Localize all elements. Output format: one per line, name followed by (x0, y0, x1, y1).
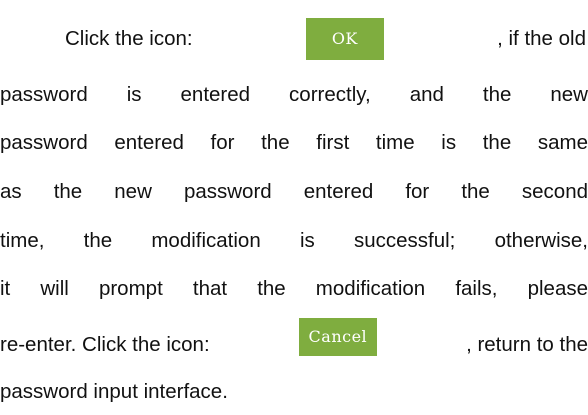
paragraph-line-6: it will prompt that the modification fai… (0, 274, 588, 304)
line-6-text: it will prompt that the modification fai… (0, 277, 588, 300)
paragraph-line-4: as the new password entered for the seco… (0, 177, 588, 207)
line-2-text: password is entered correctly, and the n… (0, 83, 588, 106)
paragraph-line-1: Click the icon: OK , if the old (65, 18, 586, 60)
paragraph-line-2: password is entered correctly, and the n… (0, 80, 588, 110)
cancel-button[interactable]: Cancel (298, 318, 377, 356)
paragraph-line-3: password entered for the first time is t… (0, 128, 588, 158)
instruction-paragraph: Click the icon: OK , if the old password… (0, 0, 588, 415)
line-8-text: password input interface. (0, 380, 228, 403)
line-3-text: password entered for the first time is t… (0, 131, 588, 154)
line-4-text: as the new password entered for the seco… (0, 180, 588, 203)
line-7-text-after: , return to the (466, 333, 588, 356)
line-1-text-after: , if the old (497, 27, 586, 50)
line-1-text-before: Click the icon: (65, 27, 193, 50)
paragraph-line-5: time, the modification is successful; ot… (0, 226, 588, 256)
paragraph-line-8: password input interface. (0, 377, 588, 407)
paragraph-line-7: re-enter. Click the icon: Cancel , retur… (0, 318, 588, 360)
line-5-text: time, the modification is successful; ot… (0, 229, 588, 252)
ok-button[interactable]: OK (305, 18, 384, 60)
line-7-text-before: re-enter. Click the icon: (0, 333, 210, 356)
